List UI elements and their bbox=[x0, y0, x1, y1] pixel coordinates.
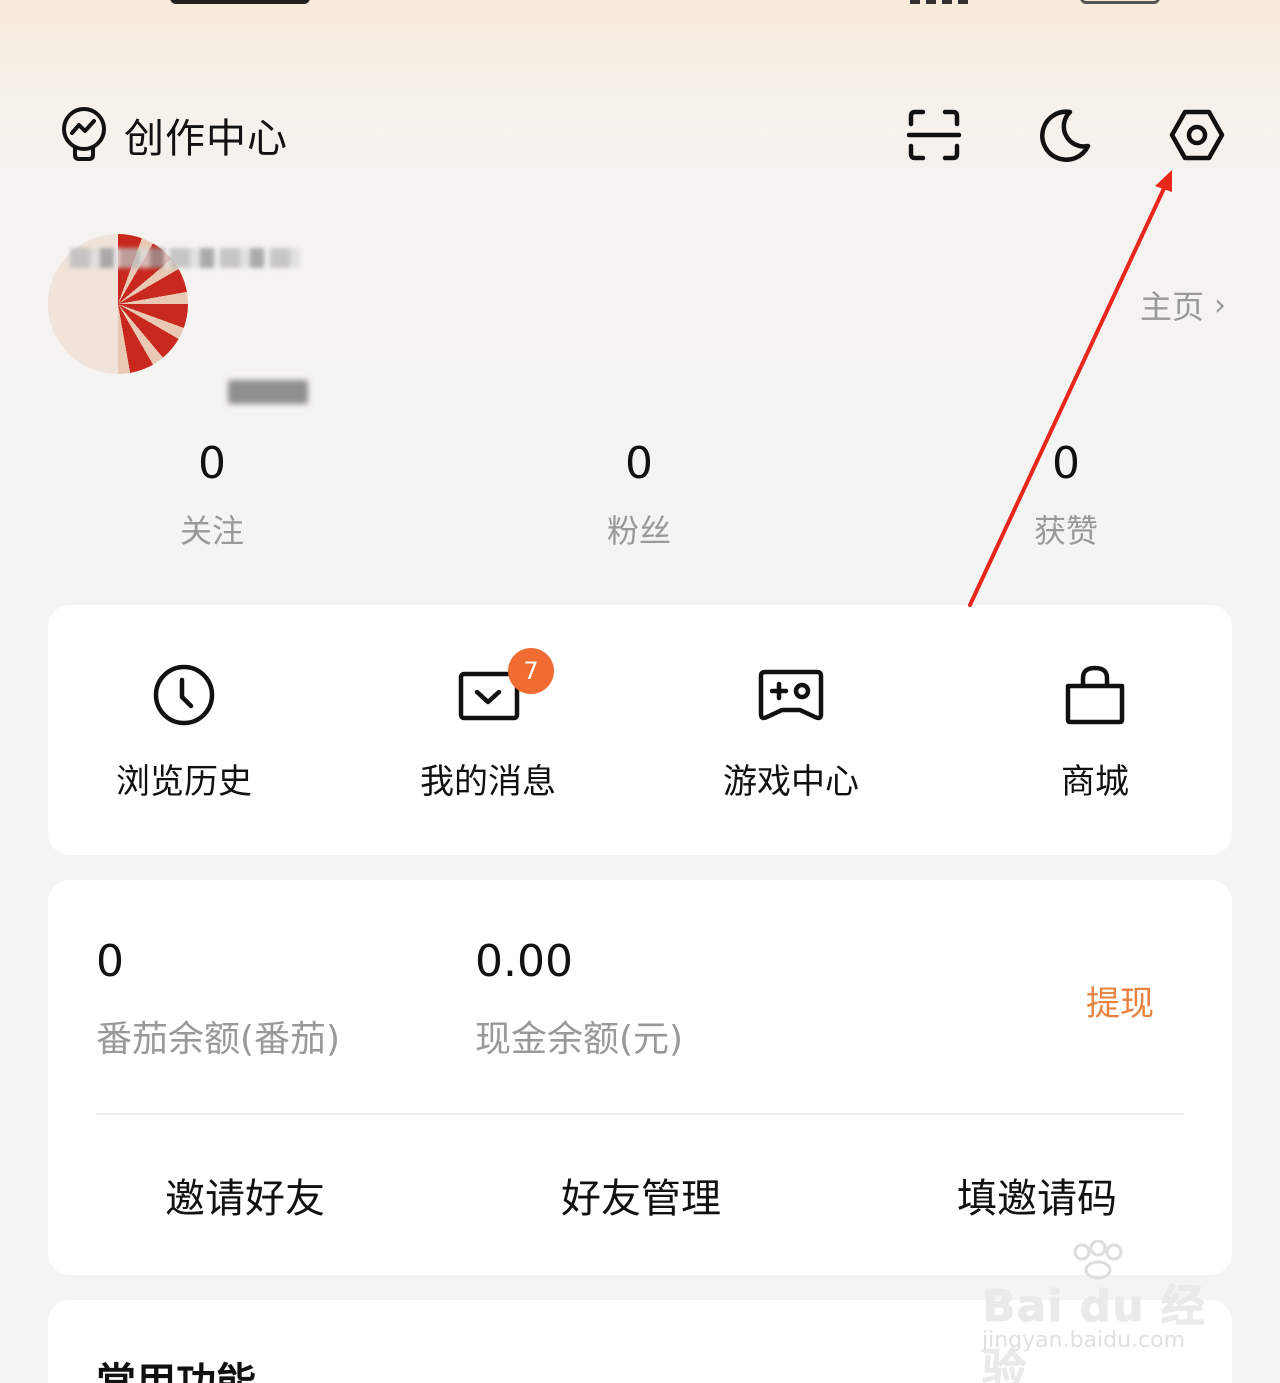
stat-value: 0 bbox=[1052, 438, 1080, 489]
tomato-balance-label: 番茄余额(番茄) bbox=[96, 1019, 341, 1060]
tomato-balance[interactable]: 0 番茄余额(番茄) bbox=[96, 934, 340, 1062]
top-toolbar: 创作中心 bbox=[0, 100, 1280, 172]
status-bar bbox=[0, 0, 1280, 10]
baidu-watermark: Bai du 经验 jingyan.baidu.com bbox=[982, 1240, 1222, 1383]
stat-fans[interactable]: 0 粉丝 bbox=[539, 436, 739, 552]
scan-icon[interactable] bbox=[905, 106, 963, 164]
tomato-balance-value: 0 bbox=[96, 936, 124, 987]
creator-center-label: 创作中心 bbox=[124, 116, 288, 162]
lightbulb-chart-icon bbox=[62, 107, 106, 161]
watermark-main: Bai du 经验 bbox=[982, 1281, 1206, 1383]
signal-icon bbox=[910, 0, 970, 4]
quick-action-messages[interactable]: 7 我的消息 bbox=[358, 648, 618, 803]
quick-action-label: 我的消息 bbox=[420, 762, 556, 802]
homepage-link[interactable]: 主页 › bbox=[1140, 282, 1226, 328]
enter-invite-code-button[interactable]: 填邀请码 bbox=[872, 1166, 1202, 1224]
quick-action-label: 商城 bbox=[1061, 762, 1129, 802]
cash-balance-value: 0.00 bbox=[475, 936, 573, 987]
quick-action-label: 游戏中心 bbox=[723, 762, 859, 802]
stat-label: 粉丝 bbox=[606, 512, 671, 550]
common-functions-title: 常用功能 bbox=[96, 1360, 256, 1383]
settings-icon[interactable] bbox=[1168, 106, 1226, 164]
profile-section: 主页 › bbox=[0, 220, 1280, 420]
quick-action-mall[interactable]: 商城 bbox=[965, 660, 1225, 803]
clock-icon bbox=[153, 664, 215, 726]
shopping-bag-icon bbox=[1065, 665, 1125, 725]
chevron-right-icon: › bbox=[1214, 287, 1226, 323]
stat-following[interactable]: 0 关注 bbox=[112, 436, 312, 552]
stat-value: 0 bbox=[625, 438, 653, 489]
divider bbox=[96, 1113, 1184, 1115]
quick-action-history[interactable]: 浏览历史 bbox=[54, 660, 314, 803]
withdraw-button[interactable]: 提现 bbox=[1086, 976, 1154, 1025]
watermark-sub: jingyan.baidu.com bbox=[982, 1328, 1186, 1353]
quick-action-games[interactable]: 游戏中心 bbox=[661, 660, 921, 803]
stat-label: 关注 bbox=[179, 512, 244, 550]
gamepad-icon bbox=[758, 669, 824, 721]
manage-friends-button[interactable]: 好友管理 bbox=[476, 1166, 806, 1224]
stat-label: 获赞 bbox=[1033, 512, 1098, 550]
status-time bbox=[170, 0, 310, 4]
quick-actions-card: 浏览历史 7 我的消息 游戏中心 商城 bbox=[48, 605, 1232, 855]
invite-friends-button[interactable]: 邀请好友 bbox=[80, 1166, 410, 1224]
username-blurred bbox=[70, 248, 300, 268]
moon-icon[interactable] bbox=[1036, 106, 1094, 164]
homepage-label: 主页 bbox=[1139, 288, 1204, 326]
creator-center-button[interactable]: 创作中心 bbox=[58, 106, 288, 164]
stats-row: 0 关注 0 粉丝 0 获赞 bbox=[0, 436, 1280, 566]
unread-badge: 7 bbox=[508, 648, 554, 694]
battery-icon bbox=[1080, 0, 1160, 4]
user-info-blurred bbox=[228, 380, 308, 404]
quick-action-label: 浏览历史 bbox=[116, 762, 252, 802]
stat-value: 0 bbox=[198, 438, 226, 489]
cash-balance[interactable]: 0.00 现金余额(元) bbox=[475, 934, 683, 1062]
stat-likes[interactable]: 0 获赞 bbox=[966, 436, 1166, 552]
cash-balance-label: 现金余额(元) bbox=[475, 1019, 684, 1060]
wallet-card: 0 番茄余额(番茄) 0.00 现金余额(元) 提现 邀请好友 好友管理 填邀请… bbox=[48, 880, 1232, 1275]
